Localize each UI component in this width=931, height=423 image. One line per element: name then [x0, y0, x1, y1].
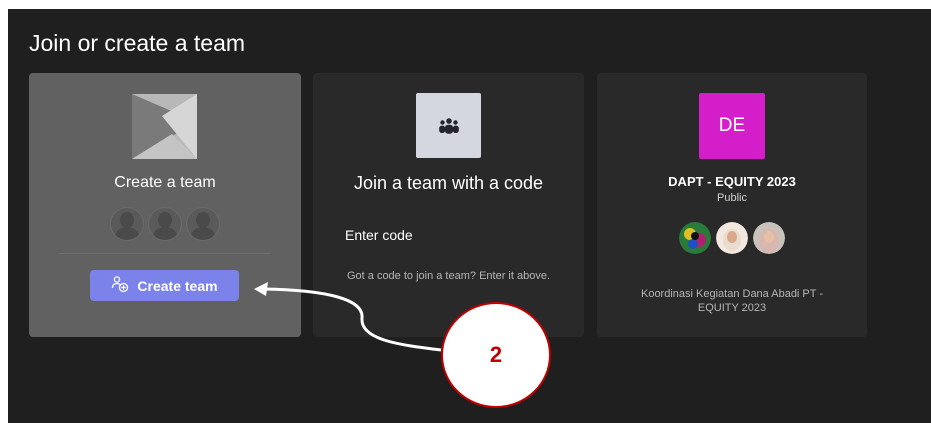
placeholder-avatars [29, 207, 301, 241]
create-team-button[interactable]: Create team [90, 270, 239, 301]
page-title: Join or create a team [29, 30, 246, 56]
suggested-team-card[interactable]: DE DAPT - EQUITY 2023 Public Koordinasi … [597, 73, 867, 337]
person-silhouette-icon [186, 207, 220, 241]
join-code-hint: Got a code to join a team? Enter it abov… [346, 270, 550, 282]
create-team-title: Create a team [114, 174, 216, 191]
create-team-button-label: Create team [137, 277, 218, 294]
person-silhouette-icon [148, 207, 182, 241]
member-avatars [597, 222, 867, 254]
add-people-icon [111, 275, 129, 296]
team-avatar-tile: DE [699, 93, 765, 159]
team-description: Koordinasi Kegiatan Dana Abadi PT - EQUI… [640, 288, 824, 314]
step-number: 2 [489, 342, 503, 367]
team-code-input[interactable] [345, 223, 550, 247]
join-team-title: Join a team with a code [353, 173, 544, 193]
team-placeholder-image [132, 94, 197, 159]
team-visibility: Public [717, 192, 747, 204]
member-avatar [753, 222, 785, 254]
team-name: DAPT - EQUITY 2023 [668, 174, 796, 189]
divider [59, 253, 271, 254]
member-avatar [716, 222, 748, 254]
create-team-card[interactable]: Create a team Create team [29, 73, 301, 337]
teams-group-icon [416, 93, 481, 158]
person-silhouette-icon [110, 207, 144, 241]
join-team-card: Join a team with a code Got a code to jo… [313, 73, 584, 337]
step-number-callout: 2 [441, 302, 551, 408]
member-avatar [679, 222, 711, 254]
